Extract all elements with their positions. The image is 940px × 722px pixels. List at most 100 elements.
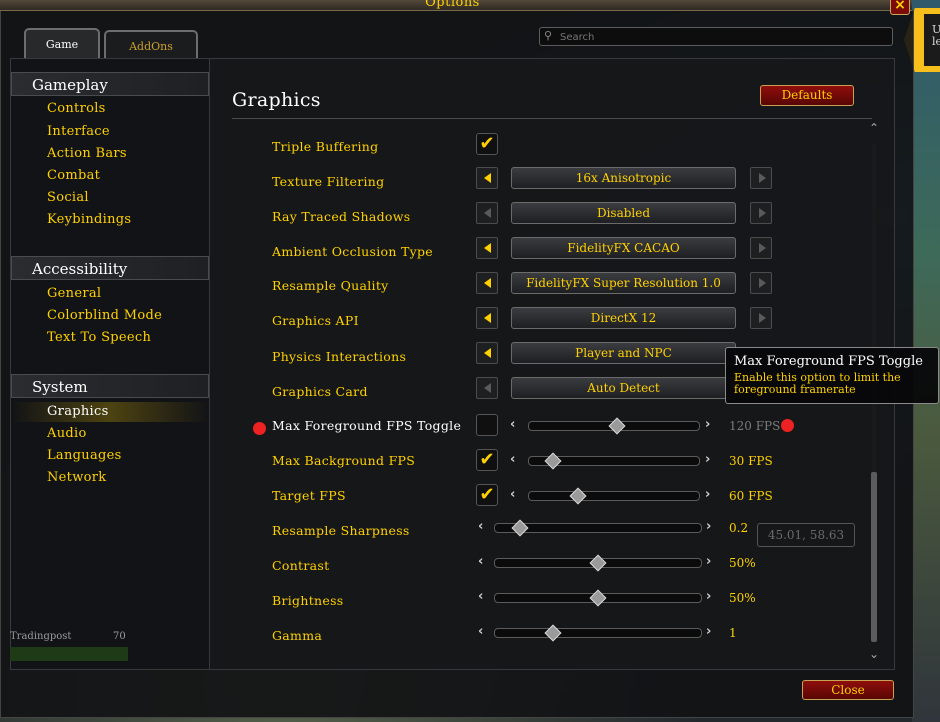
chevron-right-icon[interactable]: › [706, 554, 711, 570]
chevron-left-icon[interactable]: ‹ [478, 519, 483, 535]
window-title: Options [425, 0, 480, 10]
gamma-slider[interactable]: ‹ › [476, 624, 716, 642]
resample-quality-dropdown[interactable]: FidelityFX Super Resolution 1.0 [511, 272, 736, 294]
physics-interactions-prev[interactable] [476, 342, 498, 364]
contrast-label: Contrast [272, 558, 330, 573]
chevron-left-icon[interactable]: ‹ [510, 452, 515, 468]
sidebar-item-colorblind-mode[interactable]: Colorblind Mode [47, 308, 162, 323]
resample-quality-label: Resample Quality [272, 278, 389, 293]
search-icon: ⚲ [544, 29, 553, 42]
tooltip-title: Max Foreground FPS Toggle [734, 354, 923, 369]
slider-track[interactable] [528, 491, 700, 501]
scrollbar-thumb[interactable] [871, 472, 877, 642]
graphics-api-prev[interactable] [476, 307, 498, 329]
graphics-api-next[interactable] [750, 307, 772, 329]
texture-filtering-label: Texture Filtering [272, 174, 385, 189]
sidebar-item-network[interactable]: Network [47, 470, 106, 485]
chevron-left-icon[interactable]: ‹ [478, 589, 483, 605]
target-fps-checkbox[interactable]: ✔ [476, 484, 498, 506]
close-icon[interactable]: × [890, 0, 910, 15]
chevron-down-icon[interactable]: ⌄ [868, 648, 880, 660]
ambient-occlusion-next[interactable] [750, 237, 772, 259]
close-button[interactable]: Close [802, 680, 894, 700]
cursor-marker [781, 419, 794, 432]
profession-label: Tradingpost [10, 631, 72, 642]
chevron-left-icon[interactable]: ‹ [510, 417, 515, 433]
sidebar-item-text-to-speech[interactable]: Text To Speech [47, 330, 151, 345]
tooltip: Max Foreground FPS Toggle Enable this op… [725, 347, 939, 404]
tab-addons[interactable]: AddOns [104, 30, 198, 60]
physics-interactions-dropdown[interactable]: Player and NPC [511, 342, 736, 364]
sidebar-item-keybindings[interactable]: Keybindings [47, 212, 131, 227]
resample-quality-next[interactable] [750, 272, 772, 294]
chevron-right-icon[interactable]: › [706, 624, 711, 640]
texture-filtering-next[interactable] [750, 167, 772, 189]
search-box[interactable]: ⚲ [539, 27, 893, 46]
target-fps-slider[interactable]: ‹ › [510, 487, 715, 505]
graphics-card-dropdown[interactable]: Auto Detect [511, 377, 736, 399]
defaults-button[interactable]: Defaults [760, 85, 854, 106]
profession-value: 70 [113, 631, 126, 642]
category-sidebar: Gameplay Controls Interface Action Bars … [10, 58, 210, 670]
cursor-marker [253, 422, 266, 435]
chevron-right-icon[interactable]: › [705, 417, 710, 433]
max-background-fps-value: 30 FPS [729, 454, 773, 468]
graphics-card-prev[interactable] [476, 377, 498, 399]
ray-traced-shadows-dropdown[interactable]: Disabled [511, 202, 736, 224]
ray-traced-shadows-prev[interactable] [476, 202, 498, 224]
ambient-occlusion-prev[interactable] [476, 237, 498, 259]
target-fps-label: Target FPS [272, 488, 346, 503]
category-system[interactable]: System [11, 374, 209, 398]
gamma-value: 1 [729, 626, 737, 640]
quest-tracker-text: Ule [932, 23, 940, 48]
ambient-occlusion-dropdown[interactable]: FidelityFX CACAO [511, 237, 736, 259]
category-accessibility[interactable]: Accessibility [11, 256, 209, 280]
max-foreground-fps-checkbox[interactable] [476, 414, 498, 436]
sidebar-item-combat[interactable]: Combat [47, 168, 100, 183]
triple-buffering-label: Triple Buffering [272, 139, 379, 154]
tooltip-body: Enable this option to limit the foregrou… [734, 371, 901, 396]
sidebar-item-languages[interactable]: Languages [47, 448, 122, 463]
resample-sharpness-label: Resample Sharpness [272, 523, 410, 538]
brightness-label: Brightness [272, 593, 344, 608]
gamma-label: Gamma [272, 628, 323, 643]
slider-track[interactable] [494, 628, 702, 638]
resample-sharpness-value: 0.2 [729, 521, 749, 535]
sidebar-item-graphics[interactable]: Graphics [47, 404, 109, 419]
category-gameplay[interactable]: Gameplay [11, 72, 209, 96]
sidebar-item-action-bars[interactable]: Action Bars [47, 146, 127, 161]
selected-highlight [11, 402, 209, 422]
search-input[interactable] [558, 28, 882, 46]
chevron-left-icon[interactable]: ‹ [510, 487, 515, 503]
resample-quality-prev[interactable] [476, 272, 498, 294]
ray-traced-shadows-label: Ray Traced Shadows [272, 209, 411, 224]
sidebar-item-social[interactable]: Social [47, 190, 89, 205]
max-background-fps-slider[interactable]: ‹ › [510, 452, 715, 470]
graphics-card-label: Graphics Card [272, 384, 368, 399]
chevron-right-icon[interactable]: › [705, 487, 710, 503]
triple-buffering-checkbox[interactable]: ✔ [476, 133, 498, 155]
chevron-right-icon[interactable]: › [705, 452, 710, 468]
ray-traced-shadows-next[interactable] [750, 202, 772, 224]
chevron-left-icon[interactable]: ‹ [478, 554, 483, 570]
tab-game[interactable]: Game [24, 28, 100, 58]
texture-filtering-dropdown[interactable]: 16x Anisotropic [511, 167, 736, 189]
contrast-slider[interactable]: ‹ › [476, 554, 716, 572]
graphics-api-label: Graphics API [272, 313, 359, 328]
chevron-up-icon[interactable]: ⌃ [868, 122, 880, 134]
chevron-left-icon[interactable]: ‹ [478, 624, 483, 640]
texture-filtering-prev[interactable] [476, 167, 498, 189]
chevron-right-icon[interactable]: › [706, 519, 711, 535]
chevron-right-icon[interactable]: › [706, 589, 711, 605]
sidebar-item-interface[interactable]: Interface [47, 124, 110, 139]
resample-sharpness-slider[interactable]: ‹ › [476, 519, 716, 537]
sidebar-item-audio[interactable]: Audio [47, 426, 87, 441]
coordinates-readout: 45.01, 58.63 [757, 523, 855, 547]
graphics-api-dropdown[interactable]: DirectX 12 [511, 307, 736, 329]
max-background-fps-checkbox[interactable]: ✔ [476, 449, 498, 471]
sidebar-item-controls[interactable]: Controls [47, 101, 106, 116]
brightness-slider[interactable]: ‹ › [476, 589, 716, 607]
sidebar-item-general[interactable]: General [47, 286, 101, 301]
max-foreground-fps-slider[interactable]: ‹ › [510, 417, 715, 435]
target-fps-value: 60 FPS [729, 489, 773, 503]
